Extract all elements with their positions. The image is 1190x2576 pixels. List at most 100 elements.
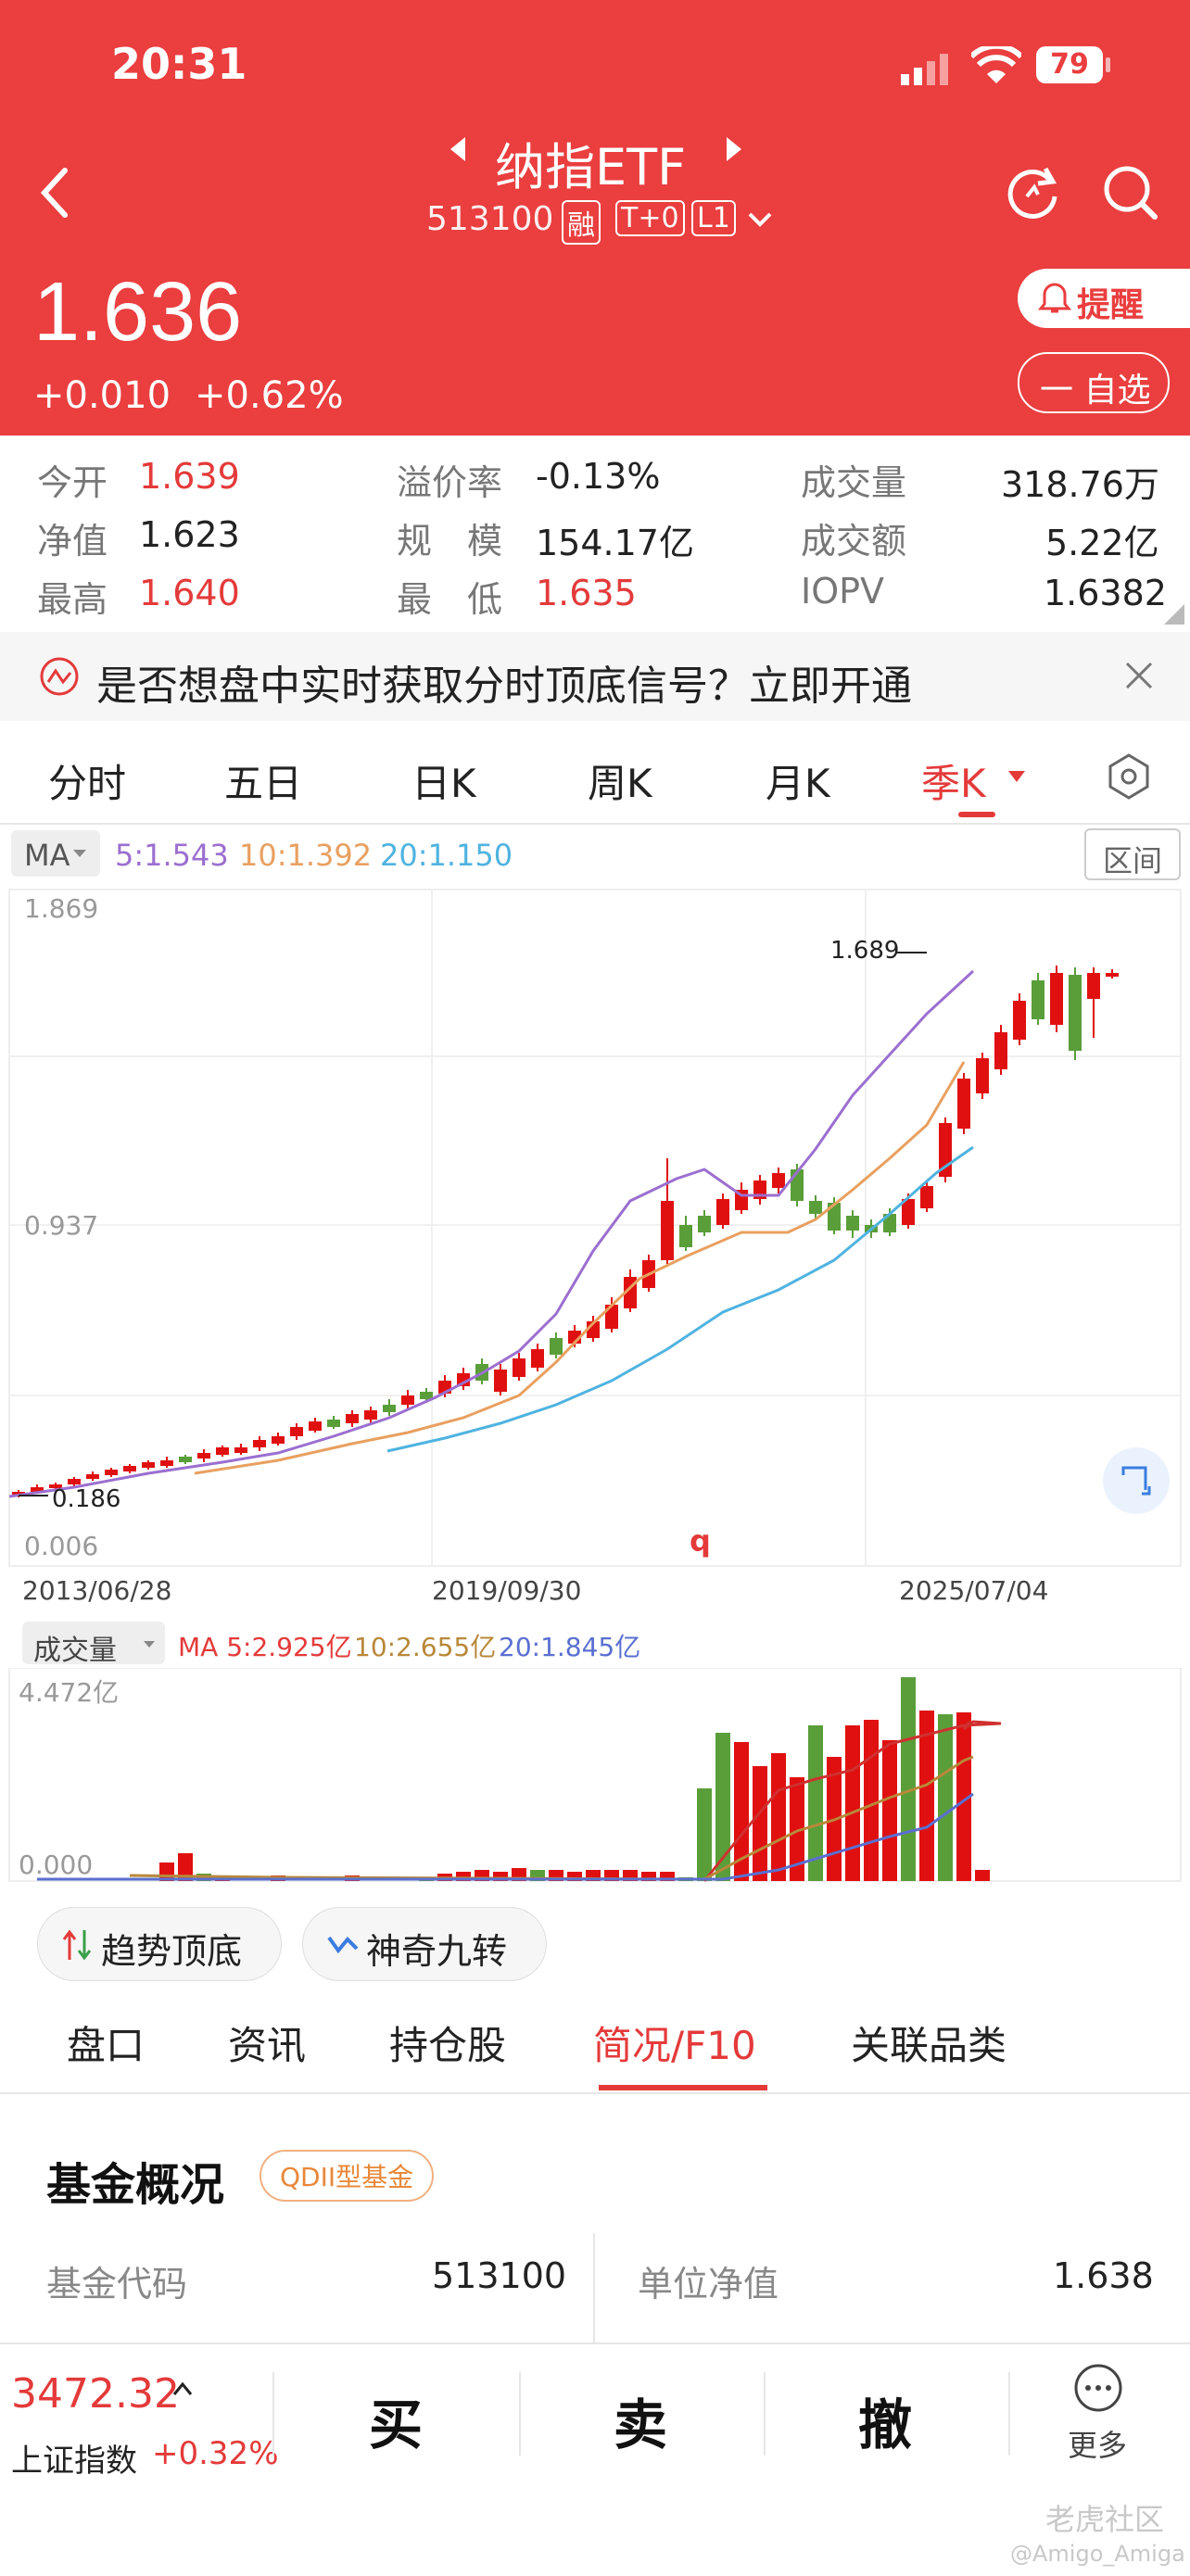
volume-chart-frame [8,1668,1182,1882]
ma20-legend: 20:1.150 [380,838,513,873]
fund-nav-label: 单位净值 [638,2264,779,2305]
chart-settings-icon[interactable] [1107,752,1151,801]
volume-chart[interactable]: 4.472亿 0.000 [0,1668,1190,1890]
expand-corner-icon[interactable] [1162,602,1186,630]
tab-orderbook[interactable]: 盘口 [67,2014,145,2071]
event-marker[interactable]: q [690,1523,711,1559]
candle [68,1479,81,1484]
close-icon[interactable] [1123,660,1155,691]
next-stock-icon[interactable] [723,135,745,167]
tab-related[interactable]: 关联品类 [851,2014,1006,2071]
nine-turn-button[interactable]: 神奇九转 [302,1907,547,1981]
candle [846,1216,859,1231]
alert-button[interactable]: 提醒 [1018,269,1190,328]
interval-button[interactable]: 区间 [1084,828,1181,880]
volume-bar [845,1725,860,1881]
candle [309,1421,322,1431]
candle [1087,973,1100,999]
candle [142,1462,155,1468]
nav-value: 1.623 [139,514,240,555]
tab-weekly[interactable]: 周K [588,752,652,809]
candle [661,1201,674,1260]
bottom-divider [519,2372,521,2456]
tab-quarterly[interactable]: 季K [921,752,986,809]
candle [383,1405,396,1412]
candle [272,1436,285,1444]
signal-banner[interactable]: 是否想盘中实时获取分时顶底信号？立即开通 [0,632,1190,721]
more-label[interactable]: 更多 [1068,2422,1127,2465]
candle [290,1427,303,1436]
high-marker-label: 1.689 [830,937,899,965]
tab-f10[interactable]: 简况/F10 [593,2014,756,2071]
back-icon[interactable] [37,165,70,224]
ma10-line [194,1061,966,1475]
vol-ma10-legend: 10:2.655亿 [354,1632,497,1662]
candle [772,1173,785,1188]
amount-label: 成交额 [801,521,907,562]
candle [179,1457,192,1462]
ma-selector[interactable]: MA [11,830,100,877]
tab-monthly[interactable]: 月K [766,752,830,809]
active-tab-indicator [958,812,995,817]
trend-indicator-button[interactable]: 趋势顶底 [37,1907,282,1981]
refresh-icon[interactable] [1005,163,1062,224]
info-tabs-divider [0,2092,1190,2094]
volume-selector[interactable]: 成交量 [22,1622,165,1667]
chevron-down-icon[interactable] [747,211,773,232]
open-value: 1.639 [139,456,240,497]
info-tab-indicator [599,2085,767,2090]
ma10-legend: 10:1.392 [239,838,373,873]
volume-bar [901,1677,916,1881]
high-value: 1.640 [139,573,240,613]
level-badge: L1 [691,200,736,236]
search-icon[interactable] [1101,163,1160,226]
tab-five-day[interactable]: 五日 [224,752,302,809]
sell-button[interactable]: 卖 [614,2381,667,2459]
period-dropdown-icon[interactable] [1006,769,1027,784]
tab-holdings[interactable]: 持仓股 [389,2014,506,2071]
candle [716,1199,729,1225]
candle [234,1447,247,1453]
tab-daily[interactable]: 日K [411,752,476,809]
index-value[interactable]: 3472.32 [11,2370,180,2418]
prev-stock-icon[interactable] [447,135,469,167]
y-mid-label: 0.937 [24,1210,98,1241]
nav-label: 净值 [37,521,108,562]
volume-bar [975,1870,990,1881]
premium-value: -0.13% [536,456,661,497]
t0-badge: T+0 [615,200,685,236]
candle [105,1470,118,1475]
candle [550,1338,563,1355]
candle [197,1453,210,1458]
volume-bar [864,1720,879,1881]
candle [216,1447,229,1455]
fund-overview-title: 基金概况 [46,2159,225,2211]
candle [86,1474,99,1479]
interval-label: 区间 [1103,843,1163,878]
stock-title: 纳指ETF [495,138,687,196]
expand-chart-button[interactable] [1103,1447,1170,1514]
volume-bar [882,1740,897,1881]
tab-news[interactable]: 资讯 [228,2014,306,2071]
cancel-order-button[interactable]: 撤 [858,2381,912,2459]
ma-dropdown-icon [73,850,86,857]
candle [1013,1001,1026,1040]
iopv-label: IOPV [801,571,885,612]
watchlist-button[interactable]: 一 自选 [1018,352,1170,413]
scale-value: 154.17亿 [536,523,694,563]
open-label: 今开 [37,462,108,503]
candle [976,1058,989,1093]
price-change-pct: +0.62% [195,374,344,417]
bottom-divider [272,2372,274,2456]
x-label-end: 2025/07/04 [899,1575,1048,1606]
wifi-icon [968,43,1024,89]
tab-intraday[interactable]: 分时 [48,752,126,809]
fund-type-badge: QDII型基金 [260,2150,435,2202]
buy-button[interactable]: 买 [369,2381,423,2459]
volume-bar [697,1788,712,1881]
more-icon[interactable] [1073,2363,1123,2413]
price-chart[interactable]: 1.869 0.937 0.006 1.689 0.186 q 2013/06/… [0,880,1190,1612]
candle [346,1414,359,1423]
trend-label: 趋势顶底 [101,1931,243,1972]
candle [994,1032,1007,1069]
